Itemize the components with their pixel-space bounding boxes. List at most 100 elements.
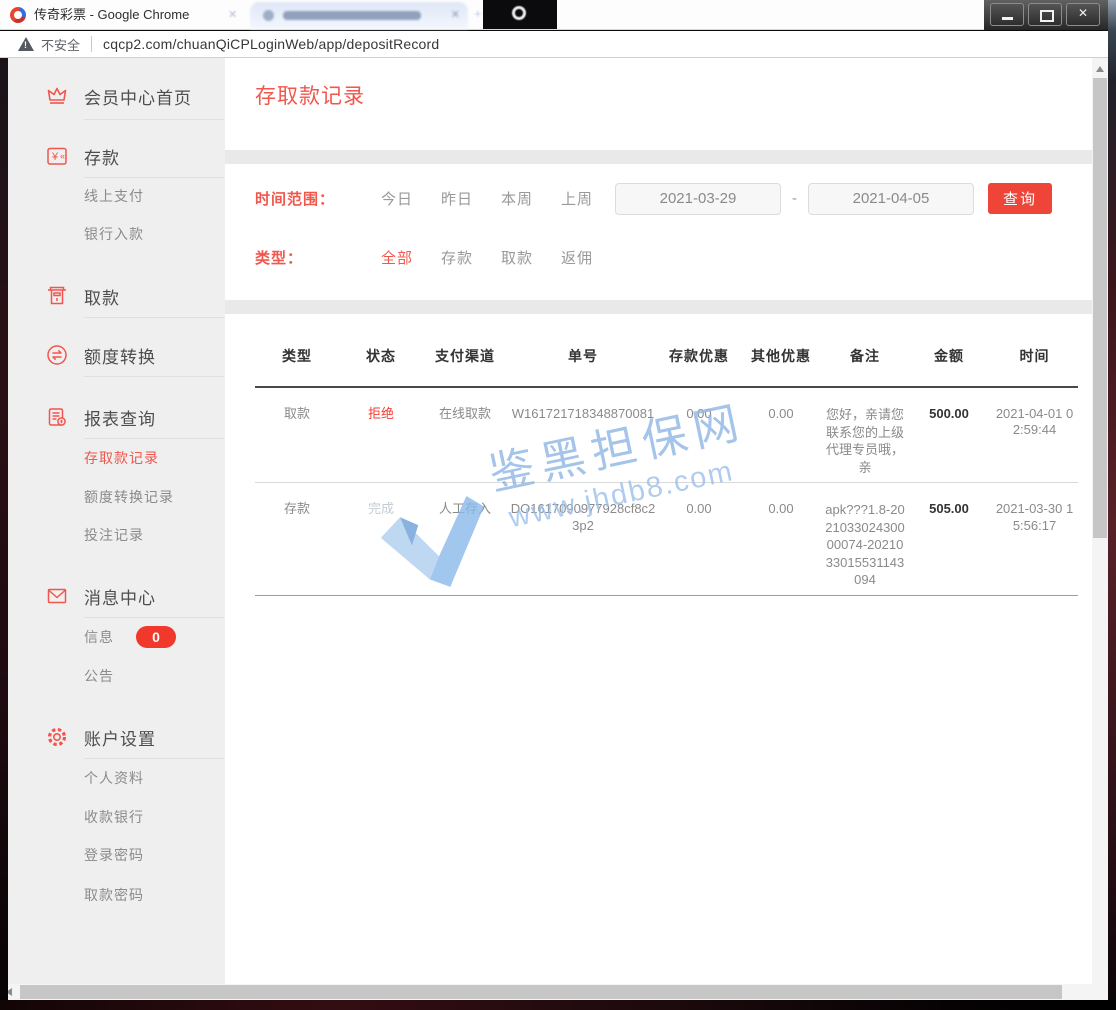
svg-text:«: « [60, 151, 65, 161]
main-content: 存取款记录 时间范围： 今日 昨日 本周 上周 2021-03-29 - 202… [225, 58, 1092, 984]
sidebar-item-label: 线上支付 [84, 186, 144, 206]
header-remark: 备注 [823, 326, 907, 387]
sidebar-item-announcements[interactable]: 公告 [84, 666, 114, 686]
page-title: 存取款记录 [255, 80, 365, 110]
table-header-row: 类型 状态 支付渠道 单号 存款优惠 其他优惠 备注 金额 时间 [255, 326, 1078, 387]
header-type: 类型 [255, 326, 339, 387]
cell-status: 拒绝 [339, 387, 423, 483]
close-button[interactable] [1066, 3, 1100, 26]
deposit-icon: ¥ « [46, 145, 68, 167]
search-button[interactable]: 查询 [988, 183, 1052, 214]
gear-icon [46, 726, 68, 748]
sidebar-item-label: 存取款记录 [84, 448, 159, 468]
sidebar-item-bank-deposit[interactable]: 银行入款 [84, 224, 144, 244]
sidebar-item-online-payment[interactable]: 线上支付 [84, 186, 144, 206]
minimize-button[interactable] [990, 3, 1024, 26]
window-titlebar: 传奇彩票 - Google Chrome ✕ ✕ + [0, 0, 1108, 30]
cell-channel: 人工存入 [423, 483, 507, 596]
sidebar-item-label: 投注记录 [84, 525, 144, 545]
background-browser-tab: ✕ [250, 2, 468, 29]
sidebar-item-label: 存款 [84, 144, 120, 169]
sidebar-item-label: 个人资料 [84, 768, 144, 788]
atm-icon [46, 285, 68, 307]
time-option-yesterday[interactable]: 昨日 [427, 188, 487, 209]
cell-amount: 505.00 [907, 483, 991, 596]
cell-remark: 您好，亲请您联系您的上级代理专员哦，亲 [823, 387, 907, 483]
sidebar-item-label: 账户设置 [84, 725, 156, 750]
date-to-input[interactable]: 2021-04-05 [808, 183, 974, 215]
window-bottom-edge [0, 1000, 1116, 1010]
envelope-icon [46, 585, 68, 607]
cell-type: 取款 [255, 387, 339, 483]
time-range-filter: 时间范围： 今日 昨日 本周 上周 2021-03-29 - 2021-04-0… [255, 182, 1052, 215]
window-controls [984, 0, 1108, 30]
message-count-badge: 0 [136, 626, 176, 648]
sidebar-divider [84, 177, 224, 178]
date-from-input[interactable]: 2021-03-29 [615, 183, 781, 215]
window-left-edge [0, 58, 8, 1000]
section-divider [225, 300, 1092, 314]
sidebar-item-quota-transfer-records[interactable]: 额度转换记录 [84, 487, 174, 507]
sidebar-item-member-home[interactable]: 会员中心首页 [46, 84, 192, 108]
table-row: 取款 拒绝 在线取款 W161721718348870081 0.00 0.00… [255, 387, 1078, 483]
sidebar-item-withdraw-password[interactable]: 取款密码 [84, 885, 144, 905]
window-title: 传奇彩票 - Google Chrome [34, 0, 189, 29]
type-option-deposit[interactable]: 存款 [427, 247, 487, 268]
sidebar-item-withdraw[interactable]: 取款 [46, 284, 120, 308]
sidebar-item-label: 取款 [84, 284, 120, 309]
type-filter: 类型： 全部 存款 取款 返佣 [255, 245, 607, 269]
horizontal-scrollbar [0, 984, 1108, 1000]
date-range-separator: - [792, 190, 797, 207]
sidebar-item-account-settings[interactable]: 账户设置 [46, 725, 156, 749]
sidebar-item-messages[interactable]: 信息 0 [84, 627, 176, 647]
not-secure-warning-icon[interactable] [18, 37, 34, 51]
background-tab-close-icon: ✕ [451, 8, 460, 21]
table-row: 存款 完成 人工存入 DO1617090977928cf8c23p2 0.00 … [255, 483, 1078, 596]
header-order-no: 单号 [507, 326, 659, 387]
type-option-withdraw[interactable]: 取款 [487, 247, 547, 268]
sidebar-divider [84, 317, 224, 318]
background-new-tab-icon: + [474, 6, 482, 21]
sidebar-item-label: 取款密码 [84, 885, 144, 905]
site-favicon [10, 7, 26, 23]
cell-amount: 500.00 [907, 387, 991, 483]
background-circle-icon [512, 6, 526, 20]
window-right-edge [1108, 0, 1116, 1010]
sidebar-item-message-center[interactable]: 消息中心 [46, 584, 156, 608]
vertical-scrollbar-thumb[interactable] [1093, 78, 1107, 538]
cell-order-no: W161721718348870081 [507, 387, 659, 483]
cell-channel: 在线取款 [423, 387, 507, 483]
sidebar-item-reports[interactable]: 报表查询 [46, 405, 156, 429]
crown-icon [46, 85, 68, 107]
url-bar: 不安全 cqcp2.com/chuanQiCPLoginWeb/app/depo… [0, 31, 1108, 58]
sidebar-item-bet-records[interactable]: 投注记录 [84, 525, 144, 545]
maximize-button[interactable] [1028, 3, 1062, 26]
header-channel: 支付渠道 [423, 326, 507, 387]
header-time: 时间 [991, 326, 1078, 387]
time-option-last-week[interactable]: 上周 [547, 188, 607, 209]
security-label[interactable]: 不安全 [41, 35, 80, 54]
scroll-up-arrow[interactable] [1096, 66, 1104, 72]
sidebar-divider [84, 617, 224, 618]
type-label: 类型： [255, 247, 367, 268]
sidebar-item-label: 收款银行 [84, 807, 144, 827]
sidebar-divider [84, 119, 224, 120]
background-tab-favicon [263, 10, 274, 21]
sidebar-item-login-password[interactable]: 登录密码 [84, 845, 144, 865]
sidebar-item-label: 会员中心首页 [84, 84, 192, 109]
time-option-this-week[interactable]: 本周 [487, 188, 547, 209]
sidebar-item-deposit[interactable]: ¥ « 存款 [46, 144, 120, 168]
sidebar-item-quota-transfer[interactable]: 额度转换 [46, 343, 156, 367]
cell-deposit-bonus: 0.00 [659, 387, 739, 483]
sidebar-item-receiving-bank[interactable]: 收款银行 [84, 807, 144, 827]
sidebar-item-deposit-withdraw-records[interactable]: 存取款记录 [84, 448, 159, 468]
cell-status: 完成 [339, 483, 423, 596]
type-option-rebate[interactable]: 返佣 [547, 247, 607, 268]
address-url[interactable]: cqcp2.com/chuanQiCPLoginWeb/app/depositR… [103, 36, 439, 52]
type-option-all[interactable]: 全部 [367, 247, 427, 268]
background-dark-block [483, 0, 557, 29]
horizontal-scrollbar-thumb[interactable] [20, 985, 1062, 999]
header-other-bonus: 其他优惠 [739, 326, 823, 387]
sidebar-item-profile[interactable]: 个人资料 [84, 768, 144, 788]
time-option-today[interactable]: 今日 [367, 188, 427, 209]
